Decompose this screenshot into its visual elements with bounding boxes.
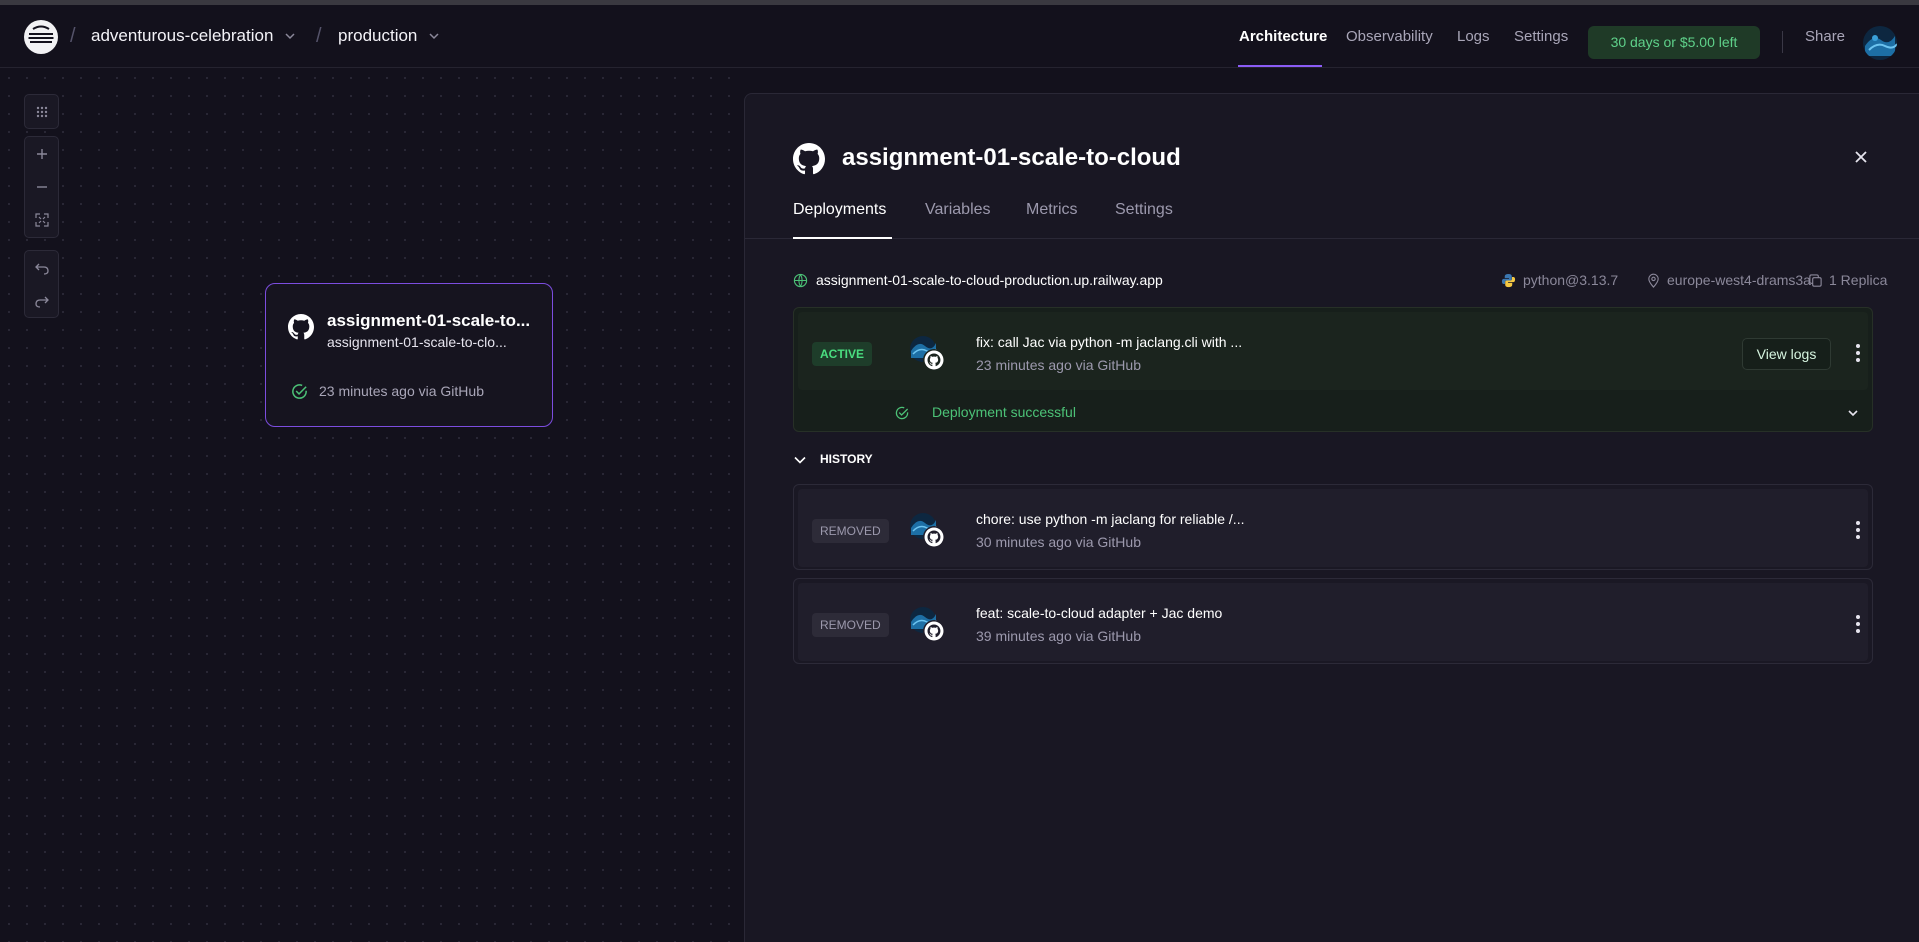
committer-avatar — [910, 513, 945, 548]
trial-badge[interactable]: 30 days or $5.00 left — [1588, 26, 1760, 59]
share-button[interactable]: Share — [1805, 5, 1845, 68]
github-icon — [288, 314, 314, 340]
tab-settings[interactable]: Settings — [1115, 201, 1173, 239]
breadcrumb-separator: / — [70, 25, 76, 47]
committer-avatar — [910, 607, 945, 642]
tab-active-indicator — [793, 237, 892, 239]
replicas-label: 1 Replica — [1829, 272, 1888, 288]
tab-metrics[interactable]: Metrics — [1026, 201, 1078, 239]
status-badge: REMOVED — [812, 613, 889, 637]
user-avatar[interactable] — [1863, 26, 1897, 60]
header-divider — [1782, 31, 1783, 53]
environment-selector[interactable]: production — [338, 26, 441, 46]
zoom-out-icon — [36, 185, 47, 188]
canvas-toolbar-grid — [24, 94, 59, 129]
zoom-in-button[interactable] — [25, 137, 58, 170]
commit-message: feat: scale-to-cloud adapter + Jac demo — [976, 605, 1223, 621]
zoom-out-button[interactable] — [25, 170, 58, 203]
canvas-toolbar-zoom — [24, 136, 59, 238]
fit-view-icon — [34, 212, 49, 227]
github-icon — [793, 143, 825, 175]
committer-avatar — [910, 336, 945, 371]
undo-button[interactable] — [25, 251, 58, 284]
service-title: assignment-01-scale-to... — [327, 311, 531, 330]
zoom-in-icon — [36, 148, 47, 159]
chevron-down-icon — [429, 33, 439, 40]
service-subtitle: assignment-01-scale-to-clo... — [327, 334, 507, 350]
nav-observability[interactable]: Observability — [1346, 5, 1433, 68]
panel-tabs: Deployments Variables Metrics Settings — [745, 201, 1919, 239]
undo-icon — [34, 263, 49, 275]
service-status: 23 minutes ago via GitHub — [319, 383, 484, 399]
more-options-icon[interactable] — [1848, 519, 1868, 541]
environment-name: production — [338, 26, 418, 45]
history-deployment-row: REMOVED feat: scale-to-cloud adapter + J… — [798, 583, 1868, 661]
service-details-panel: assignment-01-scale-to-cloud Deployments… — [744, 93, 1919, 942]
service-card[interactable]: assignment-01-scale-to... assignment-01-… — [265, 283, 553, 427]
status-badge: REMOVED — [812, 519, 889, 543]
nav-architecture[interactable]: Architecture — [1239, 5, 1327, 68]
replicas-icon — [1809, 274, 1822, 287]
panel-title: assignment-01-scale-to-cloud — [842, 144, 1181, 171]
service-domain-link[interactable]: assignment-01-scale-to-cloud-production.… — [816, 272, 1163, 288]
active-deployment-card[interactable]: ACTIVE fix: call Jac via python -m jacla… — [793, 307, 1873, 432]
active-deployment-row: ACTIVE fix: call Jac via python -m jacla… — [798, 312, 1868, 390]
history-deployment-card[interactable]: REMOVED feat: scale-to-cloud adapter + J… — [793, 578, 1873, 664]
tab-deployments[interactable]: Deployments — [793, 201, 886, 239]
close-icon[interactable] — [1852, 148, 1870, 166]
check-circle-icon — [292, 384, 307, 399]
nav-active-indicator — [1238, 65, 1322, 67]
globe-icon — [793, 273, 808, 288]
more-options-icon[interactable] — [1848, 613, 1868, 635]
commit-message: fix: call Jac via python -m jaclang.cli … — [976, 334, 1243, 350]
history-deployment-row: REMOVED chore: use python -m jaclang for… — [798, 489, 1868, 567]
architecture-canvas[interactable]: assignment-01-scale-to... assignment-01-… — [0, 69, 745, 942]
check-circle-icon — [895, 406, 909, 420]
canvas-toolbar-history — [24, 250, 59, 318]
status-badge: ACTIVE — [812, 342, 873, 366]
deployment-status-row[interactable]: Deployment successful — [794, 394, 1872, 430]
grid-icon — [36, 106, 47, 117]
view-logs-button[interactable]: View logs — [1742, 338, 1831, 370]
project-name: adventurous-celebration — [91, 26, 274, 45]
railway-logo-icon[interactable] — [24, 20, 58, 54]
history-deployment-card[interactable]: REMOVED chore: use python -m jaclang for… — [793, 484, 1873, 570]
more-options-icon[interactable] — [1848, 342, 1868, 364]
location-pin-icon — [1648, 273, 1659, 288]
nav-settings[interactable]: Settings — [1514, 5, 1568, 68]
commit-message: chore: use python -m jaclang for reliabl… — [976, 511, 1245, 527]
deployment-info-row: assignment-01-scale-to-cloud-production.… — [793, 270, 1887, 292]
region-label: europe-west4-drams3a — [1667, 272, 1811, 288]
chevron-down-icon — [1848, 410, 1858, 417]
top-bar: / adventurous-celebration / production A… — [0, 5, 1919, 68]
history-label: HISTORY — [820, 452, 873, 466]
tab-variables[interactable]: Variables — [925, 201, 991, 239]
nav-logs[interactable]: Logs — [1457, 5, 1490, 68]
deployment-status-text: Deployment successful — [932, 404, 1076, 420]
redo-button[interactable] — [25, 284, 58, 317]
grid-button[interactable] — [25, 95, 58, 128]
project-selector[interactable]: adventurous-celebration — [91, 26, 297, 46]
fit-view-button[interactable] — [25, 203, 58, 236]
deployment-time: 23 minutes ago via GitHub — [976, 357, 1141, 373]
breadcrumb-separator: / — [316, 25, 322, 47]
deployment-time: 39 minutes ago via GitHub — [976, 628, 1141, 644]
chevron-down-icon — [794, 456, 806, 464]
redo-icon — [34, 296, 49, 308]
python-icon — [1501, 273, 1516, 288]
deployment-time: 30 minutes ago via GitHub — [976, 534, 1141, 550]
chevron-down-icon — [285, 33, 295, 40]
runtime-label: python@3.13.7 — [1523, 272, 1619, 288]
